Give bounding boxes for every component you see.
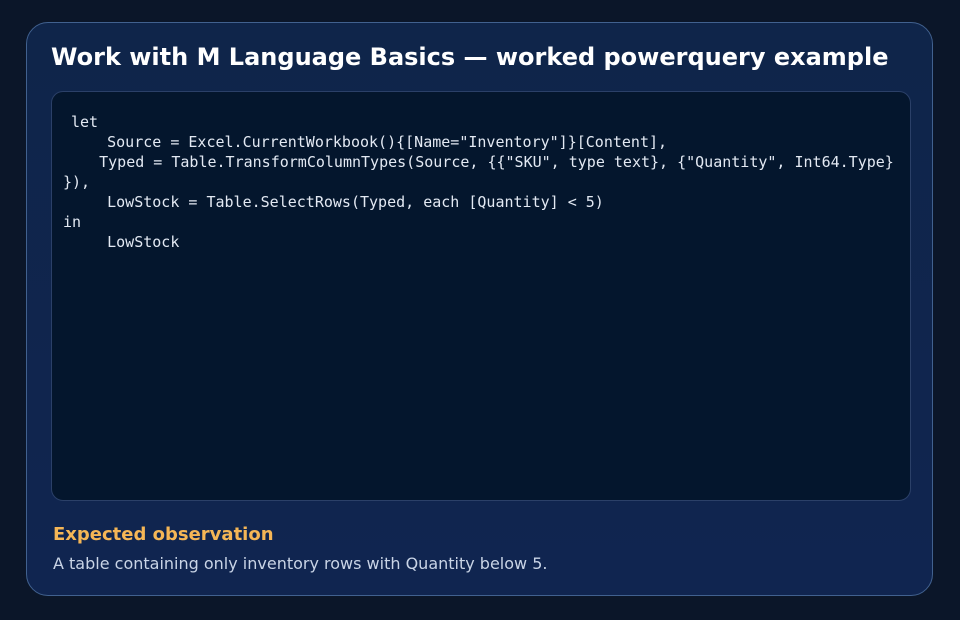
code-content: let Source = Excel.CurrentWorkbook(){[Na… bbox=[63, 112, 894, 252]
code-line: }), bbox=[63, 173, 91, 191]
code-line: LowStock = Table.SelectRows(Typed, each … bbox=[71, 193, 604, 211]
code-line: Source = Excel.CurrentWorkbook(){[Name="… bbox=[71, 133, 668, 151]
code-line: in bbox=[63, 213, 82, 231]
observation-heading: Expected observation bbox=[53, 524, 274, 545]
code-block: let Source = Excel.CurrentWorkbook(){[Na… bbox=[51, 91, 911, 501]
code-line: LowStock bbox=[71, 233, 180, 251]
observation-text: A table containing only inventory rows w… bbox=[53, 554, 548, 573]
code-line: Typed = Table.TransformColumnTypes(Sourc… bbox=[63, 153, 894, 171]
page-title: Work with M Language Basics — worked pow… bbox=[51, 43, 889, 71]
code-line: let bbox=[71, 113, 99, 131]
example-card: Work with M Language Basics — worked pow… bbox=[26, 22, 933, 596]
